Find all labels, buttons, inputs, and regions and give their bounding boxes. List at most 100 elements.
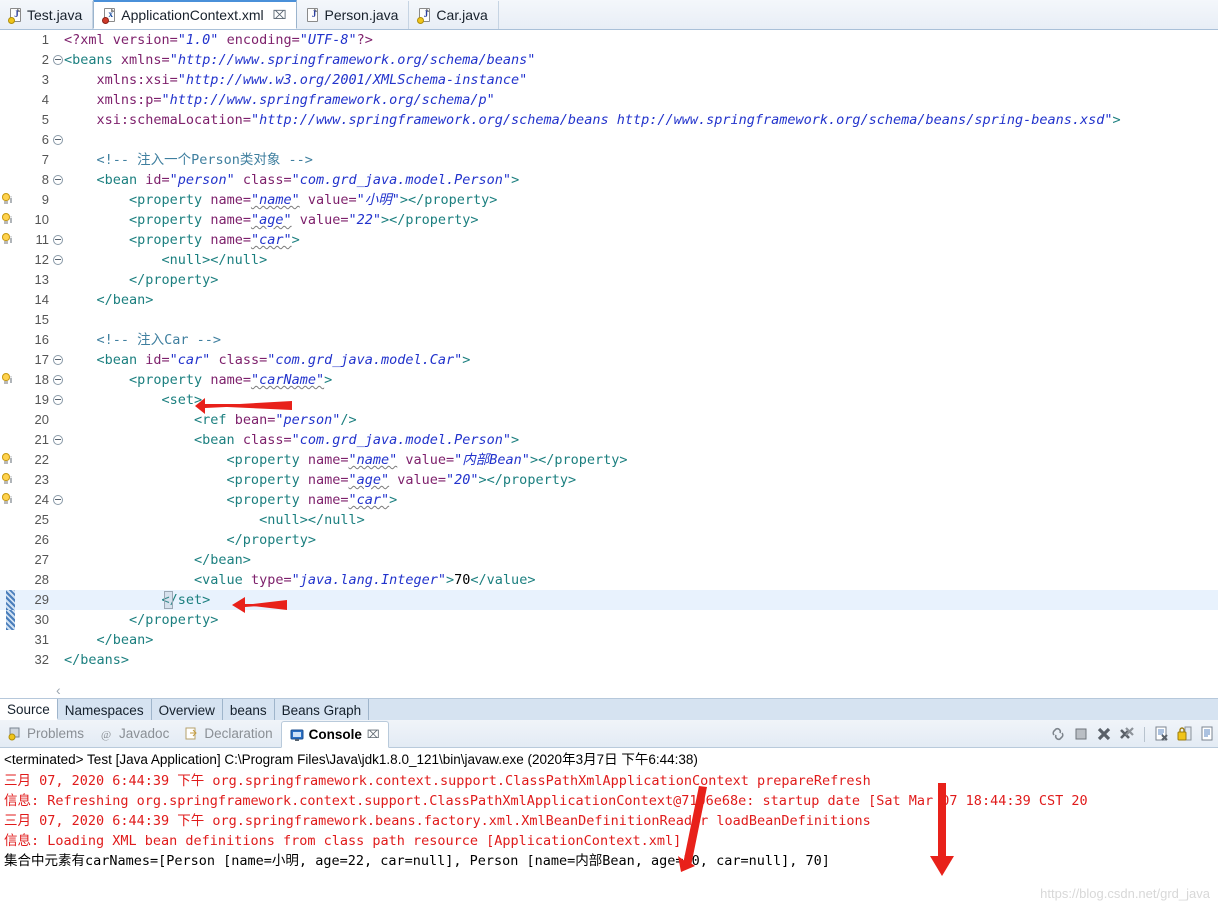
- code-line[interactable]: 2 <beans xmlns="http://www.springframewor…: [0, 50, 1218, 70]
- view-tab-declaration[interactable]: Declaration: [177, 721, 280, 747]
- code-token: >: [511, 172, 520, 188]
- code-line[interactable]: 13 </property>: [0, 270, 1218, 290]
- view-tab-console[interactable]: Console ⌧: [280, 721, 389, 748]
- code-area[interactable]: 1 <?xml version="1.0" encoding="UTF-8"?> 2…: [0, 30, 1218, 678]
- code-token: "内部Bean": [454, 452, 530, 468]
- fold-toggle-icon[interactable]: [53, 135, 63, 145]
- tab-close-icon[interactable]: ⌧: [273, 8, 287, 22]
- code-line[interactable]: 3 xmlns:xsi="http://www.w3.org/2001/XMLS…: [0, 70, 1218, 90]
- code-line[interactable]: 14 </bean>: [0, 290, 1218, 310]
- editor-tab-car-java[interactable]: J Car.java: [409, 1, 499, 29]
- fold-toggle-icon[interactable]: [53, 355, 63, 365]
- fold-toggle-icon[interactable]: [53, 55, 63, 65]
- code-token: <!-- 注入一个Person类对象 -->: [64, 152, 313, 168]
- fold-toggle-icon[interactable]: [53, 235, 63, 245]
- code-line[interactable]: 5 xsi:schemaLocation="http://www.springf…: [0, 110, 1218, 130]
- fold-toggle-icon[interactable]: [53, 495, 63, 505]
- code-line[interactable]: 1 <?xml version="1.0" encoding="UTF-8"?>: [0, 30, 1218, 50]
- page-tab-beans-graph[interactable]: Beans Graph: [275, 699, 370, 720]
- line-number: 30: [34, 612, 49, 627]
- java-file-icon: J: [8, 7, 22, 24]
- editor-tab-test-java[interactable]: J Test.java: [0, 1, 94, 29]
- code-line-text: <bean class="com.grd_java.model.Person">: [64, 430, 519, 450]
- scroll-lock-icon[interactable]: [1177, 726, 1193, 742]
- problems-icon: [8, 727, 22, 741]
- code-line-text: </bean>: [64, 290, 154, 310]
- code-line[interactable]: 20 <ref bean="person"/>: [0, 410, 1218, 430]
- fold-toggle-icon[interactable]: [53, 175, 63, 185]
- code-line[interactable]: 27 </bean>: [0, 550, 1218, 570]
- fold-toggle-icon[interactable]: [53, 255, 63, 265]
- line-number: 32: [34, 652, 49, 667]
- line-number: 14: [34, 292, 49, 307]
- code-line[interactable]: 17 <bean id="car" class="com.grd_java.mo…: [0, 350, 1218, 370]
- code-line[interactable]: 30 </property>: [0, 610, 1218, 630]
- code-token: >: [1112, 112, 1121, 128]
- code-line[interactable]: 32 </beans>: [0, 650, 1218, 670]
- page-tab-source[interactable]: Source: [0, 699, 58, 720]
- code-line[interactable]: 25 <null></null>: [0, 510, 1218, 530]
- page-tab-namespaces[interactable]: Namespaces: [58, 699, 152, 720]
- view-tab-javadoc[interactable]: @ Javadoc: [92, 721, 177, 747]
- code-line[interactable]: 8 <bean id="person" class="com.grd_java.…: [0, 170, 1218, 190]
- code-token: <property: [64, 492, 308, 508]
- clear-console-icon[interactable]: [1154, 726, 1170, 742]
- code-line[interactable]: 31 </bean>: [0, 630, 1218, 650]
- xml-editor[interactable]: 1 <?xml version="1.0" encoding="UTF-8"?> 2…: [0, 30, 1218, 678]
- editor-tab-person-java[interactable]: J Person.java: [297, 1, 410, 29]
- code-line[interactable]: 21 <bean class="com.grd_java.model.Perso…: [0, 430, 1218, 450]
- editor-page-tabs: Source Namespaces Overview beans Beans Graph: [0, 698, 1218, 720]
- fold-toggle-icon[interactable]: [53, 375, 63, 385]
- line-number: 17: [34, 352, 49, 367]
- text-cursor: [164, 591, 173, 609]
- code-line[interactable]: 16 <!-- 注入Car -->: [0, 330, 1218, 350]
- code-token: ?>: [356, 32, 373, 48]
- code-line-text: <bean id="car" class="com.grd_java.model…: [64, 350, 471, 370]
- code-token: <property: [64, 452, 308, 468]
- code-line[interactable]: i 22 <property name="name" value="内部Bean"…: [0, 450, 1218, 470]
- view-tab-label: Problems: [27, 726, 85, 741]
- code-token: </property>: [64, 272, 219, 288]
- remove-launch-icon[interactable]: [1096, 726, 1112, 742]
- fold-toggle-icon[interactable]: [53, 395, 63, 405]
- code-token: "name": [348, 452, 398, 468]
- code-line[interactable]: 15: [0, 310, 1218, 330]
- code-line[interactable]: 19 <set>: [0, 390, 1218, 410]
- code-line[interactable]: i 24 <property name="car">: [0, 490, 1218, 510]
- line-number: 11: [35, 232, 50, 247]
- view-tab-close-icon[interactable]: ⌧: [367, 728, 380, 741]
- console-output[interactable]: 三月 07, 2020 6:44:39 下午 org.springframewo…: [0, 771, 1218, 871]
- code-line[interactable]: 7 <!-- 注入一个Person类对象 -->: [0, 150, 1218, 170]
- line-number: 29: [34, 592, 49, 607]
- code-line[interactable]: 6: [0, 130, 1218, 150]
- code-line[interactable]: 4 xmlns:p="http://www.springframework.or…: [0, 90, 1218, 110]
- page-tab-overview[interactable]: Overview: [152, 699, 223, 720]
- code-line[interactable]: i 23 <property name="age" value="20"></pr…: [0, 470, 1218, 490]
- editor-tab-bar: J Test.java x ApplicationContext.xml ⌧ J Perso…: [0, 0, 1218, 30]
- view-tab-problems[interactable]: Problems: [0, 721, 92, 747]
- editor-horizontal-scroll-area[interactable]: ‹: [0, 678, 1218, 700]
- line-number: 28: [34, 572, 49, 587]
- code-line[interactable]: i 10 <property name="age" value="22"></pr…: [0, 210, 1218, 230]
- console-view[interactable]: <terminated> Test [Java Application] C:\…: [0, 748, 1218, 905]
- page-tab-beans[interactable]: beans: [223, 699, 275, 720]
- code-line[interactable]: i9 <property name="name" value="小明"></pr…: [0, 190, 1218, 210]
- fold-toggle-icon[interactable]: [53, 435, 63, 445]
- scroll-left-icon[interactable]: ‹: [56, 682, 61, 698]
- link-with-editor-icon[interactable]: [1050, 726, 1066, 742]
- code-line[interactable]: i 11 <property name="car">: [0, 230, 1218, 250]
- code-line[interactable]: 12 <null></null>: [0, 250, 1218, 270]
- terminate-icon[interactable]: [1073, 726, 1089, 742]
- code-line[interactable]: 26 </property>: [0, 530, 1218, 550]
- code-line[interactable]: 28 <value type="java.lang.Integer">70</v…: [0, 570, 1218, 590]
- code-token: "java.lang.Integer": [291, 572, 447, 588]
- remove-all-terminated-icon[interactable]: [1119, 726, 1135, 742]
- pin-console-icon[interactable]: [1200, 726, 1216, 742]
- code-token: "com.grd_java.model.Person": [291, 172, 512, 188]
- code-line[interactable]: i 18 <property name="carName">: [0, 370, 1218, 390]
- code-token: </bean>: [64, 632, 154, 648]
- editor-tab-applicationcontext-xml[interactable]: x ApplicationContext.xml ⌧: [93, 0, 298, 29]
- code-line[interactable]: 29 </set>: [0, 590, 1218, 610]
- line-number: 6: [41, 132, 49, 147]
